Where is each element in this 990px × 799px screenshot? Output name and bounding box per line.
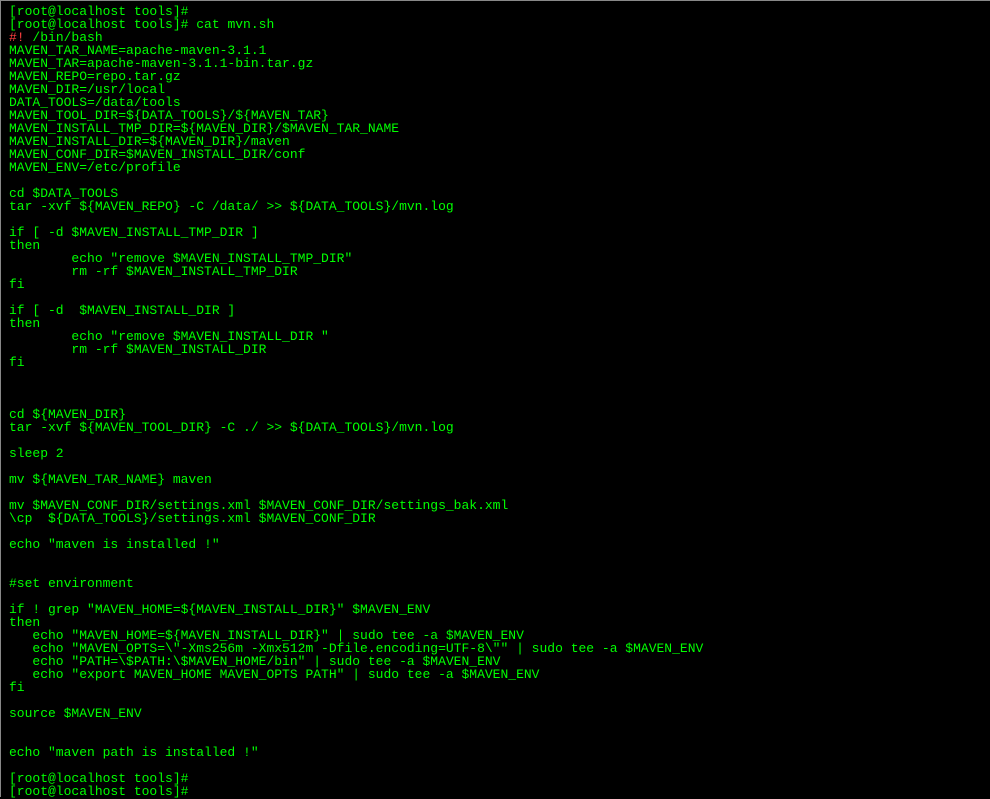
script-line: sleep 2 [9, 446, 64, 461]
script-line: MAVEN_ENV=/etc/profile [9, 160, 181, 175]
script-line: source $MAVEN_ENV [9, 706, 142, 721]
script-line: #set environment [9, 576, 134, 591]
script-line: mv ${MAVEN_TAR_NAME} maven [9, 472, 212, 487]
script-line: tar -xvf ${MAVEN_TOOL_DIR} -C ./ >> ${DA… [9, 420, 454, 435]
script-line: if ! grep "MAVEN_HOME=${MAVEN_INSTALL_DI… [9, 602, 430, 617]
script-line: if [ -d $MAVEN_INSTALL_DIR ] [9, 303, 235, 318]
script-line: \cp ${DATA_TOOLS}/settings.xml $MAVEN_CO… [9, 511, 376, 526]
script-line: fi [9, 355, 25, 370]
script-line: rm -rf $MAVEN_INSTALL_DIR [9, 342, 266, 357]
script-line: echo "maven path is installed !" [9, 745, 259, 760]
script-line: echo "export MAVEN_HOME MAVEN_OPTS PATH"… [9, 667, 540, 682]
script-line: if [ -d $MAVEN_INSTALL_TMP_DIR ] [9, 225, 259, 240]
script-line: fi [9, 277, 25, 292]
script-line: tar -xvf ${MAVEN_REPO} -C /data/ >> ${DA… [9, 199, 454, 214]
script-line: echo "maven is installed !" [9, 537, 220, 552]
terminal-window[interactable]: [root@localhost tools]# [root@localhost … [0, 0, 990, 797]
script-line: fi [9, 680, 25, 695]
command-text: cat mvn.sh [188, 17, 274, 32]
script-line: rm -rf $MAVEN_INSTALL_TMP_DIR [9, 264, 298, 279]
